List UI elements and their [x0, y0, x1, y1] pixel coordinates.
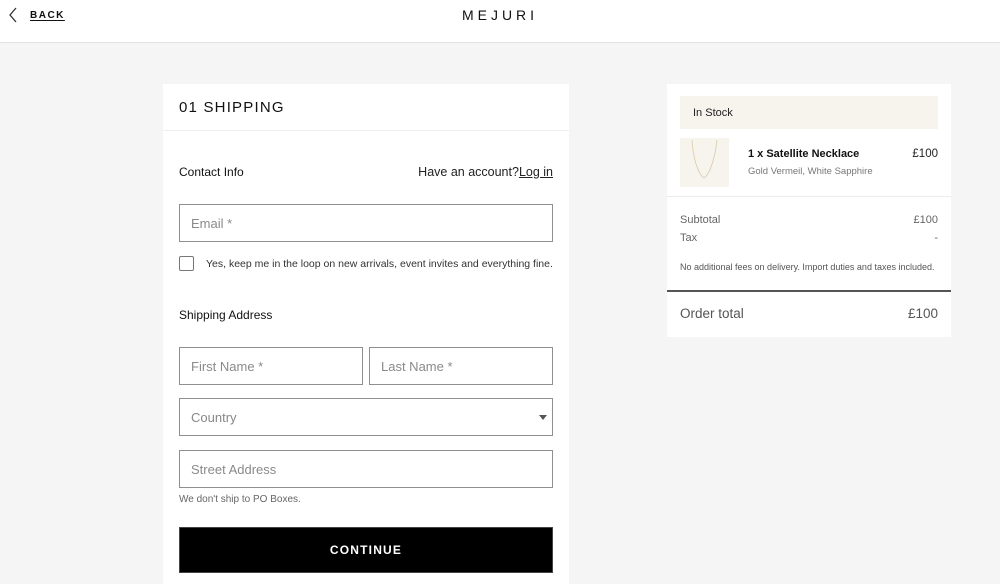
country-select[interactable]: Country	[179, 398, 553, 436]
order-summary: In Stock 1 x Satellite Necklace Gold Ver…	[667, 84, 951, 337]
newsletter-option[interactable]: Yes, keep me in the loop on new arrivals…	[179, 256, 553, 271]
total-divider	[667, 290, 951, 292]
shipping-form-card: 01 SHIPPING Contact Info Have an account…	[163, 84, 569, 584]
email-input[interactable]	[191, 215, 552, 231]
step-title: 01 SHIPPING	[179, 98, 285, 116]
last-name-input[interactable]	[381, 358, 552, 374]
first-name-field[interactable]	[179, 347, 363, 385]
subtotal-value: £100	[913, 214, 938, 226]
first-name-input[interactable]	[191, 358, 362, 374]
tax-value: -	[934, 232, 938, 244]
login-link[interactable]: Log in	[519, 165, 553, 179]
form-header: 01 SHIPPING	[163, 84, 569, 131]
order-total-row: Order total £100	[680, 306, 938, 321]
newsletter-label: Yes, keep me in the loop on new arrivals…	[206, 257, 553, 270]
email-field[interactable]	[179, 204, 553, 242]
country-selected-value: Country	[191, 409, 237, 425]
account-prompt: Have an account?Log in	[418, 165, 553, 179]
product-variant: Gold Vermeil, White Sapphire	[748, 166, 873, 177]
contact-info-row: Contact Info Have an account?Log in	[179, 165, 553, 179]
brand-logo[interactable]: MEJURI	[0, 7, 1000, 23]
order-total-value: £100	[907, 306, 938, 321]
newsletter-checkbox[interactable]	[179, 256, 194, 271]
street-address-input[interactable]	[191, 461, 552, 477]
tax-label: Tax	[680, 232, 698, 244]
top-bar: BACK MEJURI	[0, 0, 1000, 43]
necklace-icon	[691, 139, 718, 179]
street-address-field[interactable]	[179, 450, 553, 488]
stock-status-banner: In Stock	[680, 96, 938, 129]
account-prompt-text: Have an account?	[418, 165, 519, 179]
caret-down-icon	[539, 415, 547, 420]
shipping-address-label: Shipping Address	[179, 308, 273, 322]
stock-status-text: In Stock	[693, 106, 733, 119]
product-price: £100	[912, 148, 938, 160]
last-name-field[interactable]	[369, 347, 553, 385]
subtotal-row: Subtotal £100	[680, 214, 938, 226]
continue-button[interactable]: CONTINUE	[179, 527, 553, 573]
contact-info-label: Contact Info	[179, 165, 244, 179]
tax-row: Tax -	[680, 232, 938, 244]
summary-divider	[667, 196, 951, 197]
necklace-image	[680, 138, 729, 187]
product-name: 1 x Satellite Necklace	[748, 148, 860, 160]
po-box-hint: We don't ship to PO Boxes.	[179, 494, 301, 505]
order-total-label: Order total	[680, 306, 744, 321]
delivery-note: No additional fees on delivery. Import d…	[680, 262, 935, 272]
subtotal-label: Subtotal	[680, 214, 721, 226]
